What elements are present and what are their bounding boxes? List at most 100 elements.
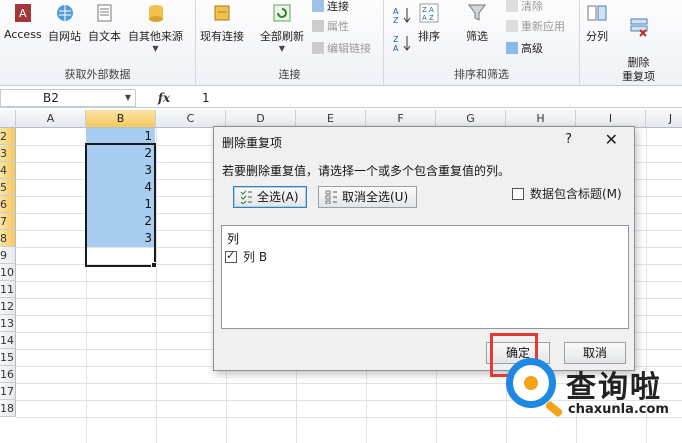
refresh-icon [273, 4, 291, 22]
columns-listbox: 列 列 B [221, 225, 629, 329]
checkbox-icon [512, 187, 524, 200]
sort-button[interactable]: Z AA Z 排序 [418, 2, 440, 44]
help-button[interactable]: ? [565, 132, 572, 147]
formula-bar: B2 ▼ fx 1 [0, 88, 682, 108]
remove-duplicates-icon [630, 18, 647, 37]
row-header[interactable]: 16 [0, 366, 16, 383]
name-box[interactable]: B2 ▼ [0, 88, 136, 107]
checkbox-icon[interactable] [225, 249, 237, 263]
reapply-icon [506, 20, 518, 32]
row-header[interactable]: 2 [0, 128, 16, 145]
group-connections: 现有连接 全部刷新 ▼ 连接 属性 编辑链接 连接 [196, 0, 384, 86]
existing-connections-button[interactable]: 现有连接 [200, 2, 244, 44]
row-header[interactable]: 4 [0, 162, 16, 179]
remove-duplicates-dialog: 删除重复项 ? ✕ 若要删除重复值，请选择一个或多个包含重复值的列。 全选(A)… [213, 126, 635, 371]
svg-text:Z: Z [393, 35, 399, 44]
globe-icon [56, 5, 73, 21]
sort-desc-icon: ZA [393, 35, 411, 53]
filter-button[interactable]: 筛选 [466, 2, 488, 44]
group-label-connections: 连接 [278, 68, 301, 81]
has-headers-checkbox[interactable]: 数据包含标题(M) [512, 185, 622, 202]
clear-icon [506, 0, 518, 12]
text-to-columns-button[interactable]: 分列 [586, 2, 608, 44]
group-get-external-data: A Access 自网站 自文本 自其他来源 ▼ 获取外部数据 [0, 0, 196, 86]
svg-text:A: A [393, 44, 399, 53]
column-header-j[interactable]: J [646, 110, 682, 128]
svg-text:A: A [393, 7, 399, 16]
column-header-b[interactable]: B [86, 110, 156, 128]
chevron-down-icon: ▼ [152, 44, 159, 53]
link-icon [312, 42, 324, 54]
from-web-button[interactable]: 自网站 [48, 2, 81, 44]
svg-text:Z A: Z A [422, 6, 434, 14]
group-label-sort-filter: 排序和筛选 [454, 68, 509, 81]
from-other-sources-button[interactable]: 自其他来源 ▼ [128, 2, 183, 53]
list-header: 列 [227, 232, 240, 246]
sort-desc-button[interactable]: ZA [392, 32, 414, 58]
row-header[interactable]: 6 [0, 196, 16, 213]
select-all-corner[interactable] [0, 110, 16, 128]
properties-button[interactable]: 属性 [312, 18, 349, 34]
dialog-prompt: 若要删除重复值，请选择一个或多个包含重复值的列。 [222, 164, 511, 178]
svg-text:A: A [19, 7, 27, 20]
row-header[interactable]: 18 [0, 400, 16, 417]
sort-dialog-icon: Z AA Z [419, 3, 439, 23]
database-icon [148, 5, 163, 22]
chevron-down-icon[interactable]: ▼ [125, 90, 131, 106]
unselect-all-icon [325, 190, 337, 204]
text-file-icon [97, 4, 111, 22]
watermark-text: 查询啦 [566, 370, 662, 405]
svg-text:A Z: A Z [422, 14, 434, 22]
remove-duplicates-button[interactable]: 删除 重复项 [622, 2, 655, 84]
svg-text:Z: Z [393, 16, 399, 25]
row-header[interactable]: 15 [0, 349, 16, 366]
close-button[interactable]: ✕ [605, 130, 618, 149]
dialog-title: 删除重复项 [222, 136, 283, 150]
row-header[interactable]: 5 [0, 179, 16, 196]
access-button[interactable]: A Access [4, 2, 42, 41]
column-header-a[interactable]: A [16, 110, 86, 128]
text-to-columns-icon [587, 5, 607, 21]
group-sort-filter: AZ ZA Z AA Z 排序 筛选 清除 重新应用 高级 排序和筛选 [384, 0, 580, 86]
select-all-button[interactable]: 全选(A) [233, 186, 307, 208]
row-header[interactable]: 11 [0, 281, 16, 298]
fill-handle[interactable] [151, 262, 157, 268]
reapply-button[interactable]: 重新应用 [506, 18, 565, 34]
row-header[interactable]: 14 [0, 332, 16, 349]
filter-icon [468, 4, 486, 21]
advanced-button[interactable]: 高级 [506, 40, 543, 56]
watermark-url: chaxunla.com [568, 402, 669, 417]
from-text-button[interactable]: 自文本 [88, 2, 121, 44]
advanced-filter-icon [506, 42, 518, 54]
row-header[interactable]: 13 [0, 315, 16, 332]
group-label-external-data: 获取外部数据 [64, 68, 131, 81]
formula-input[interactable]: 1 [192, 91, 210, 105]
row-header[interactable]: 10 [0, 264, 16, 281]
properties-icon [312, 20, 324, 32]
row-header[interactable]: 17 [0, 383, 16, 400]
select-all-icon [240, 190, 252, 204]
unselect-all-button[interactable]: 取消全选(U) [318, 186, 417, 208]
group-data-tools: 分列 删除 重复项 [580, 0, 682, 86]
ribbon: A Access 自网站 自文本 自其他来源 ▼ 获取外部数据 现有连接 全部刷… [0, 0, 682, 86]
row-header[interactable]: 3 [0, 145, 16, 162]
row-header[interactable]: 12 [0, 298, 16, 315]
list-item[interactable]: 列 B [225, 248, 267, 265]
row-header[interactable]: 9 [0, 247, 16, 264]
edit-links-button[interactable]: 编辑链接 [312, 40, 371, 56]
watermark: 查询啦 chaxunla.com [500, 352, 682, 443]
insert-function-button[interactable]: fx [136, 91, 192, 105]
clear-button[interactable]: 清除 [506, 0, 543, 14]
sort-asc-button[interactable]: AZ [392, 4, 414, 30]
chevron-down-icon: ▼ [278, 44, 286, 53]
connections-icon [312, 0, 324, 12]
selection-range [85, 143, 156, 267]
connections-button[interactable]: 连接 [312, 0, 349, 14]
sort-asc-icon: AZ [393, 7, 411, 25]
refresh-all-button[interactable]: 全部刷新 ▼ [260, 2, 304, 53]
existing-connections-icon [214, 5, 230, 21]
access-icon: A [14, 4, 31, 22]
watermark-logo-icon [506, 358, 556, 408]
row-header[interactable]: 8 [0, 230, 16, 247]
row-header[interactable]: 7 [0, 213, 16, 230]
